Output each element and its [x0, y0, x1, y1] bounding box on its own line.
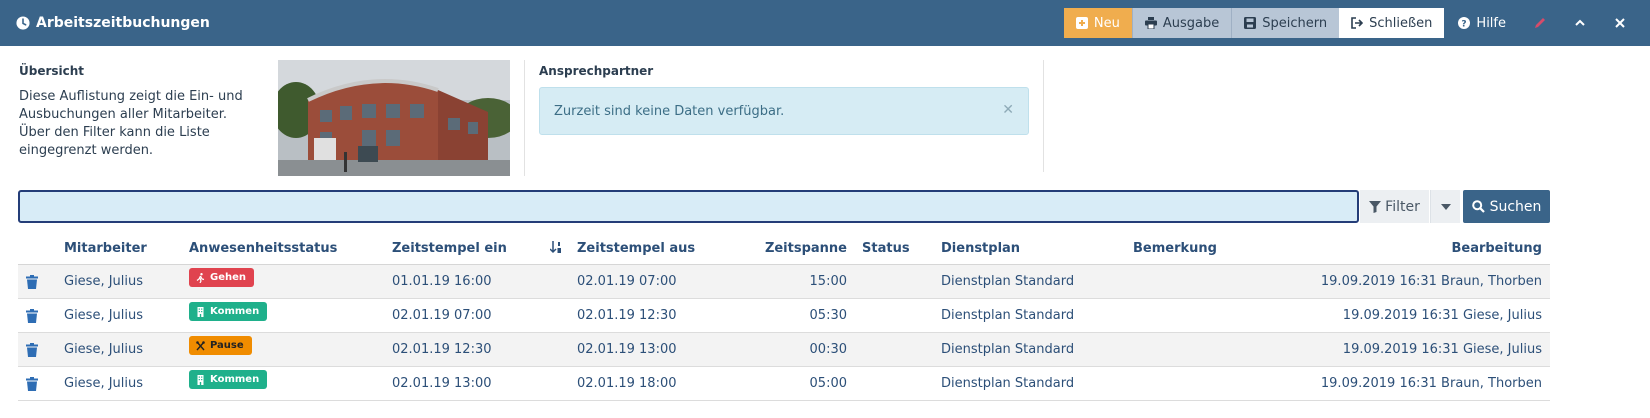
cell-employee: Giese, Julius — [64, 274, 144, 289]
cell-roster: Dienstplan Standard — [941, 274, 1075, 289]
search-icon — [1471, 200, 1485, 213]
building-photo — [278, 60, 510, 176]
cell-ts-in: 02.01.19 13:00 — [392, 376, 492, 391]
trash-icon[interactable] — [26, 377, 38, 391]
status-badge-label: Kommen — [210, 306, 260, 317]
table-row[interactable]: Giese, Julius Kommen 02.01.19 13:00 02.0… — [18, 367, 1550, 401]
cell-ts-out: 02.01.19 07:00 — [577, 274, 677, 289]
status-badge: Kommen — [189, 370, 268, 389]
close-button-label: Schließen — [1369, 15, 1433, 31]
dismiss-button[interactable] — [1600, 8, 1640, 38]
cell-ts-out: 02.01.19 12:30 — [577, 308, 677, 323]
cell-employee: Giese, Julius — [64, 308, 144, 323]
table-row[interactable]: Giese, Julius Pause 02.01.19 12:30 02.01… — [18, 333, 1550, 367]
contact-alert-text: Zurzeit sind keine Daten verfügbar. — [554, 103, 785, 119]
cell-ts-in: 02.01.19 07:00 — [392, 308, 492, 323]
cell-ts-out: 02.01.19 18:00 — [577, 376, 677, 391]
cell-edit: 19.09.2019 16:31 Giese, Julius — [1342, 308, 1542, 323]
trash-icon[interactable] — [26, 309, 38, 323]
status-badge: Kommen — [189, 302, 268, 321]
close-button[interactable]: Schließen — [1339, 8, 1445, 38]
table-row[interactable]: Giese, Julius Kommen 02.01.19 07:00 02.0… — [18, 299, 1550, 333]
building-icon — [197, 374, 204, 385]
cell-edit: 19.09.2019 16:31 Giese, Julius — [1342, 342, 1542, 357]
filter-icon — [1369, 200, 1382, 213]
divider — [1043, 60, 1044, 172]
edit-button[interactable] — [1520, 8, 1560, 38]
status-badge-label: Pause — [210, 340, 244, 351]
cell-employee: Giese, Julius — [64, 376, 144, 391]
svg-text:?: ? — [1462, 19, 1467, 29]
sort-numeric-icon[interactable] — [550, 241, 562, 254]
status-badge: Pause — [189, 336, 252, 355]
floppy-icon — [1244, 17, 1257, 29]
new-button[interactable]: Neu — [1063, 8, 1132, 38]
status-badge: Gehen — [189, 268, 255, 287]
filter-dropdown-toggle[interactable] — [1430, 190, 1460, 223]
question-circle-icon: ? — [1458, 17, 1471, 29]
overview-heading: Übersicht — [19, 64, 85, 78]
divider — [524, 60, 525, 176]
clock-icon — [16, 16, 30, 30]
cell-roster: Dienstplan Standard — [941, 376, 1075, 391]
print-button[interactable]: Ausgabe — [1131, 8, 1232, 38]
search-button-label: Suchen — [1489, 198, 1542, 215]
col-header-roster[interactable]: Dienstplan — [941, 241, 1020, 256]
toolbar: Neu Ausgabe Speichern Schließen ? Hilfe — [1063, 8, 1640, 38]
col-header-edit[interactable]: Bearbeitung — [1451, 241, 1542, 256]
help-button-label: Hilfe — [1476, 15, 1506, 31]
contact-heading: Ansprechpartner — [539, 64, 654, 78]
status-badge-label: Kommen — [210, 374, 260, 385]
walk-icon — [196, 272, 205, 283]
cell-ts-in: 01.01.19 16:00 — [392, 274, 492, 289]
cell-edit: 19.09.2019 16:31 Braun, Thorben — [1320, 376, 1542, 391]
col-header-employee[interactable]: Mitarbeiter — [64, 241, 147, 256]
trash-icon[interactable] — [26, 275, 38, 289]
help-button[interactable]: ? Hilfe — [1444, 8, 1520, 38]
cell-ts-in: 02.01.19 12:30 — [392, 342, 492, 357]
pencil-icon — [1535, 18, 1545, 28]
printer-icon — [1144, 17, 1157, 29]
contact-alert: Zurzeit sind keine Daten verfügbar. ✕ — [539, 87, 1029, 135]
filter-button[interactable]: Filter — [1360, 190, 1429, 223]
save-button[interactable]: Speichern — [1231, 8, 1340, 38]
status-badge-label: Gehen — [210, 272, 247, 283]
plus-square-icon — [1075, 17, 1088, 29]
cell-roster: Dienstplan Standard — [941, 308, 1075, 323]
col-header-status[interactable]: Status — [862, 241, 910, 256]
alert-close-icon[interactable]: ✕ — [1002, 102, 1014, 118]
save-button-label: Speichern — [1262, 15, 1328, 31]
print-button-label: Ausgabe — [1162, 15, 1220, 31]
overview-text: Diese Auflistung zeigt die Ein- und Ausb… — [19, 89, 243, 158]
cell-span: 05:30 — [809, 308, 847, 323]
cell-ts-out: 02.01.19 13:00 — [577, 342, 677, 357]
search-button[interactable]: Suchen — [1463, 190, 1550, 223]
trash-icon[interactable] — [26, 343, 38, 357]
col-header-presence[interactable]: Anwesenheitsstatus — [189, 241, 337, 256]
col-header-ts-out[interactable]: Zeitstempel aus — [577, 241, 695, 256]
building-icon — [197, 306, 204, 317]
cell-span: 15:00 — [809, 274, 847, 289]
cell-roster: Dienstplan Standard — [941, 342, 1075, 357]
cell-span: 05:00 — [809, 376, 847, 391]
close-icon — [1615, 18, 1625, 28]
app-header: Arbeitszeitbuchungen Neu Ausgabe Speiche… — [0, 0, 1650, 46]
chevron-up-icon — [1575, 19, 1585, 26]
col-header-span[interactable]: Zeitspanne — [765, 241, 847, 256]
search-input[interactable] — [18, 190, 1359, 223]
cell-span: 00:30 — [809, 342, 847, 357]
sign-out-icon — [1351, 17, 1364, 29]
col-header-ts-in[interactable]: Zeitstempel ein — [392, 241, 507, 256]
cutlery-icon — [196, 340, 205, 350]
filter-button-label: Filter — [1385, 198, 1420, 215]
collapse-button[interactable] — [1560, 8, 1600, 38]
new-button-label: Neu — [1093, 15, 1120, 31]
table-row[interactable]: Giese, Julius Gehen 01.01.19 16:00 02.01… — [18, 265, 1550, 299]
app-title: Arbeitszeitbuchungen — [0, 15, 1064, 31]
cell-edit: 19.09.2019 16:31 Braun, Thorben — [1320, 274, 1542, 289]
cell-employee: Giese, Julius — [64, 342, 144, 357]
col-header-remark[interactable]: Bemerkung — [1133, 241, 1217, 256]
page-title: Arbeitszeitbuchungen — [36, 15, 210, 31]
caret-down-icon — [1440, 203, 1451, 210]
